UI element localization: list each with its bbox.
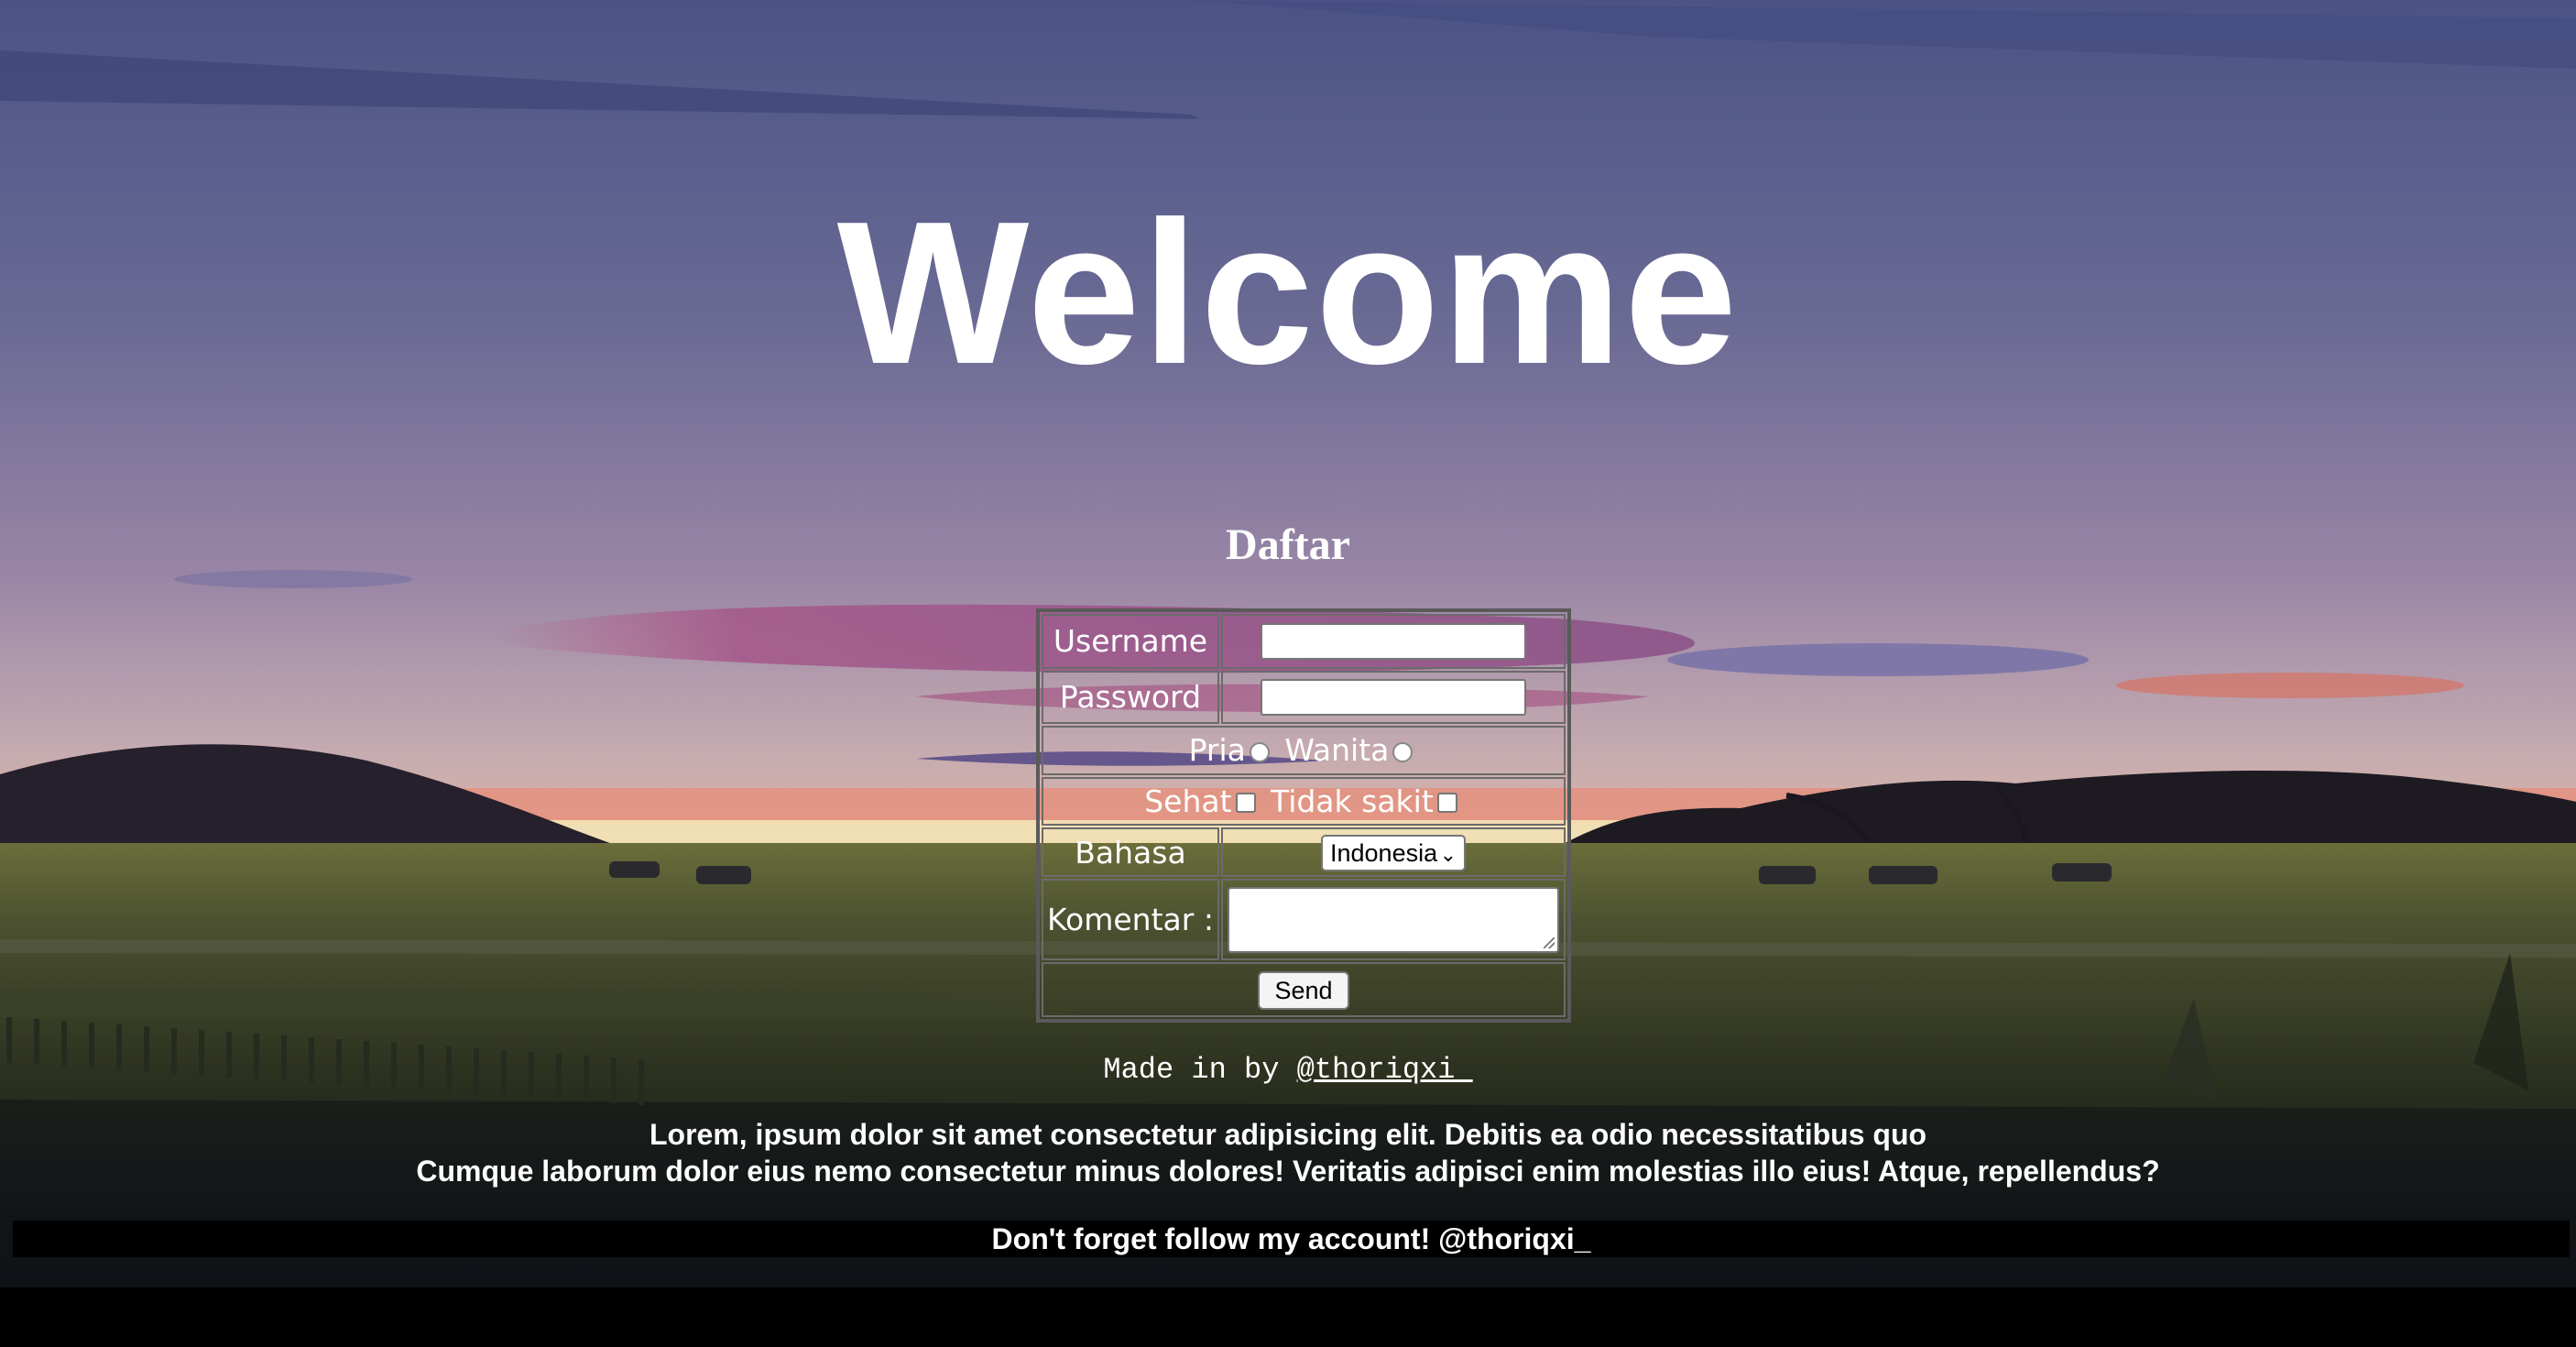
lorem-line-2: Cumque laborum dolor eius nemo consectet…	[416, 1155, 2160, 1188]
form-heading: Daftar	[1226, 520, 1350, 569]
comment-textarea[interactable]	[1228, 886, 1559, 953]
health-tidak-sakit-checkbox[interactable]	[1436, 793, 1457, 814]
health-sehat-checkbox[interactable]	[1235, 793, 1256, 814]
health-tidak-sakit-label: Tidak sakit	[1271, 783, 1434, 819]
lorem-line-1: Lorem, ipsum dolor sit amet consectetur …	[649, 1118, 1927, 1151]
credit-prefix: Made in by	[1103, 1053, 1280, 1087]
health-row: Sehat Tidak sakit	[1042, 776, 1566, 827]
language-selected-value: Indonesia	[1330, 838, 1438, 867]
gender-wanita-label: Wanita	[1284, 732, 1390, 769]
resize-grip-icon[interactable]	[1544, 936, 1555, 948]
language-cell: Indonesia ⌄	[1221, 827, 1566, 878]
comment-label: Komentar :	[1042, 879, 1219, 960]
gender-wanita-radio[interactable]	[1392, 741, 1414, 762]
gender-pria-radio[interactable]	[1249, 741, 1270, 762]
chevron-down-icon: ⌄	[1439, 842, 1457, 866]
comment-cell	[1221, 879, 1566, 960]
credit-link[interactable]: @thoriqxi_	[1297, 1053, 1473, 1087]
page-title: Welcome	[836, 180, 1740, 407]
footer-bar: Don't forget follow my account! @thoriqx…	[13, 1221, 2570, 1257]
username-label: Username	[1042, 614, 1219, 669]
gender-row: Pria Wanita	[1042, 725, 1566, 775]
credit-line: Made in by @thoriqxi_	[0, 1052, 2576, 1089]
password-cell	[1221, 670, 1566, 724]
password-label: Password	[1042, 670, 1219, 724]
registration-form: Username Password Pria Wanita Sehat Tida…	[1036, 608, 1571, 1023]
language-select[interactable]: Indonesia ⌄	[1321, 834, 1466, 871]
password-input[interactable]	[1261, 678, 1526, 716]
page-bottom-bar	[0, 1287, 2576, 1347]
send-row: Send	[1042, 962, 1566, 1017]
send-button[interactable]: Send	[1258, 970, 1349, 1010]
username-input[interactable]	[1261, 622, 1526, 660]
username-cell	[1221, 614, 1566, 669]
health-sehat-label: Sehat	[1144, 783, 1232, 819]
lorem-text: Lorem, ipsum dolor sit amet consectetur …	[0, 1116, 2576, 1189]
gender-pria-label: Pria	[1188, 732, 1246, 769]
language-label: Bahasa	[1042, 827, 1219, 878]
